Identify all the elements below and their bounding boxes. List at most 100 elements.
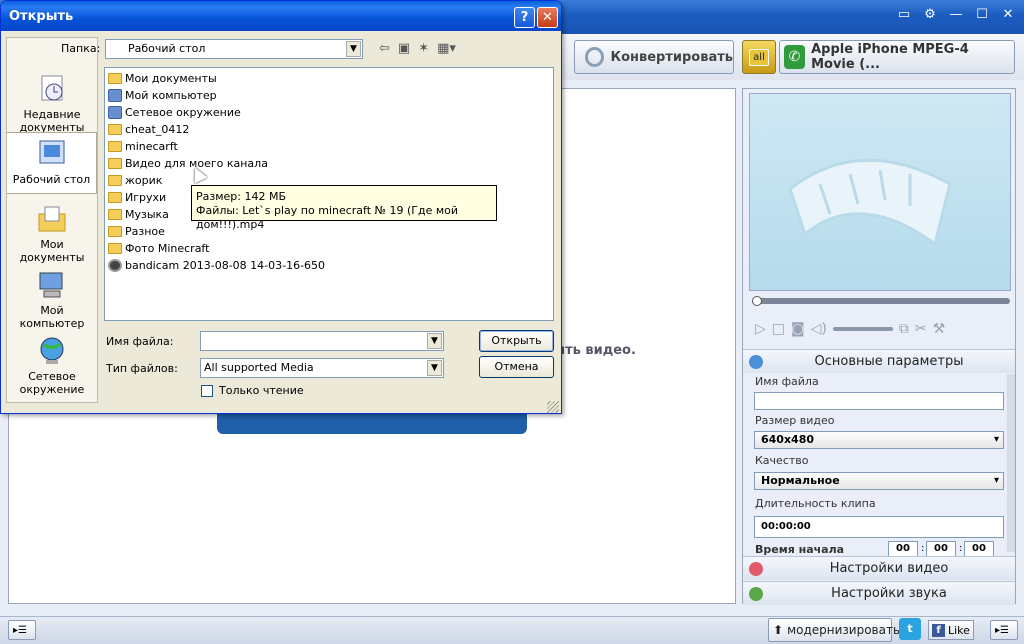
dialog-close-button[interactable]: ✕ xyxy=(537,7,558,28)
place-desktop[interactable]: Рабочий стол xyxy=(7,132,97,194)
place-network[interactable]: Сетевое окружение xyxy=(7,330,97,396)
up-folder-icon[interactable]: ▣ xyxy=(398,41,410,56)
quality-select[interactable]: Нормальное xyxy=(754,472,1004,490)
my-computer-icon xyxy=(36,270,68,300)
list-item[interactable]: minecarft xyxy=(108,138,178,154)
video-size-label: Размер видео xyxy=(755,414,835,427)
clip-duration-field[interactable]: 00:00:00 xyxy=(754,516,1004,538)
list-item[interactable]: bandicam 2013-08-08 14-03-16-650 xyxy=(108,257,325,273)
list-item[interactable]: Мои документы xyxy=(108,70,217,86)
list-item[interactable]: Видео для моего канала xyxy=(108,155,268,171)
add-files-button[interactable] xyxy=(217,412,527,434)
list-item[interactable]: cheat_0412 xyxy=(108,121,189,137)
place-my-documents[interactable]: Мои документы xyxy=(7,198,97,264)
place-my-computer[interactable]: Мой компьютер xyxy=(7,264,97,330)
chevron-down-icon[interactable]: ▼ xyxy=(427,333,442,349)
scissors-icon[interactable]: ✂ xyxy=(915,321,927,337)
minimize-button[interactable]: — xyxy=(946,6,966,24)
file-name: жорик xyxy=(125,173,163,187)
wrench-icon[interactable]: ⚒ xyxy=(933,321,946,337)
convert-label: Конвертировать xyxy=(610,49,733,65)
video-settings-icon xyxy=(749,561,763,576)
snapshot-icon[interactable]: ◙ xyxy=(791,321,805,337)
twitter-icon[interactable]: t xyxy=(899,618,921,640)
list-item[interactable]: Музыка xyxy=(108,206,169,222)
file-name-label: Имя файла: xyxy=(106,335,174,348)
resize-grip[interactable] xyxy=(547,401,559,413)
read-only-label: Только чтение xyxy=(219,384,304,397)
stop-icon[interactable]: □ xyxy=(772,321,785,337)
list-item[interactable]: Фото Minecraft xyxy=(108,240,209,256)
dialog-toolbar: ⇦ ▣ ✶ ▦▾ xyxy=(379,41,456,56)
display-icon[interactable]: ▭ xyxy=(894,6,914,24)
facebook-like-button[interactable]: f Like xyxy=(928,620,974,640)
new-folder-icon[interactable]: ✶ xyxy=(418,41,429,56)
upgrade-button[interactable]: ⬆ модернизировать xyxy=(768,618,900,642)
seek-bar[interactable] xyxy=(752,298,1010,304)
system-folder-icon xyxy=(108,72,122,84)
file-type-value: All supported Media xyxy=(204,361,314,374)
player-controls: ▷ □ ◙ ◁) ⧉ ✂ ⚒ xyxy=(749,315,1011,343)
left-panel-toggle[interactable]: ▸☰ xyxy=(8,620,36,640)
back-icon[interactable]: ⇦ xyxy=(379,41,390,56)
convert-button[interactable]: Конвертировать xyxy=(574,40,734,74)
volume-slider[interactable] xyxy=(832,327,893,331)
list-item[interactable]: Игрухи xyxy=(108,189,166,205)
all-label: all xyxy=(749,48,769,66)
list-item[interactable]: Сетевое окружение xyxy=(108,104,241,120)
help-button[interactable]: ? xyxy=(514,7,535,28)
look-in-value: Рабочий стол xyxy=(128,42,206,55)
basic-params-header[interactable]: Основные параметры xyxy=(743,349,1015,373)
video-settings-header[interactable]: Настройки видео xyxy=(743,556,1015,580)
list-item[interactable]: жорик xyxy=(108,172,162,188)
close-button[interactable]: ✕ xyxy=(998,6,1018,24)
place-label: Мои документы xyxy=(19,238,85,264)
list-item[interactable]: Мой компьютер xyxy=(108,87,217,103)
basic-params-label: Основные параметры xyxy=(814,354,964,369)
play-icon[interactable]: ▷ xyxy=(755,321,766,337)
place-label: Мой компьютер xyxy=(19,304,85,330)
time-separator: : xyxy=(921,543,925,554)
right-panel-toggle[interactable]: ▸☰ xyxy=(990,620,1018,640)
file-name: minecarft xyxy=(125,139,178,153)
audio-settings-header[interactable]: Настройки звука xyxy=(743,581,1015,605)
place-recent-documents[interactable]: Недавние документы xyxy=(7,68,97,134)
seek-knob[interactable] xyxy=(752,296,762,306)
video-size-select[interactable]: 640x480 xyxy=(754,431,1004,449)
app-window: ▭ ⚙ — ☐ ✕ Конвертировать all ✆ Apple iPh… xyxy=(0,0,1024,644)
open-file-dialog: Открыть ? ✕ Недавние документы Рабочий с… xyxy=(0,0,562,414)
upgrade-arrow-icon: ⬆ xyxy=(773,623,784,637)
crop-icon[interactable]: ⧉ xyxy=(899,321,909,337)
all-formats-button[interactable]: all xyxy=(742,40,776,74)
network-icon xyxy=(108,105,122,119)
read-only-checkbox[interactable] xyxy=(201,385,213,397)
maximize-button[interactable]: ☐ xyxy=(972,6,992,24)
view-menu-icon[interactable]: ▦▾ xyxy=(437,41,456,56)
start-hours[interactable]: 00 xyxy=(888,541,918,557)
look-in-select[interactable]: Рабочий стол ▼ xyxy=(105,39,363,59)
network-icon xyxy=(36,336,68,366)
chevron-down-icon[interactable]: ▼ xyxy=(427,360,442,376)
volume-icon[interactable]: ◁) xyxy=(811,321,827,337)
profile-select[interactable]: ✆ Apple iPhone MPEG-4 Movie (... xyxy=(779,40,1015,74)
tooltip-files: Файлы: Let`s play по minecraft № 19 (Где… xyxy=(196,204,459,231)
list-item[interactable]: Разное xyxy=(108,223,165,239)
chevron-down-icon[interactable]: ▼ xyxy=(346,41,361,57)
start-seconds[interactable]: 00 xyxy=(964,541,994,557)
file-type-select[interactable]: All supported Media ▼ xyxy=(200,358,444,378)
gear-icon[interactable]: ⚙ xyxy=(920,6,940,24)
file-name-input[interactable]: ▼ xyxy=(200,331,444,351)
clip-duration-label: Длительность клипа xyxy=(755,497,876,510)
file-name: Мои документы xyxy=(125,71,217,85)
start-minutes[interactable]: 00 xyxy=(926,541,956,557)
place-label: Недавние документы xyxy=(19,108,85,134)
place-label: Рабочий стол xyxy=(12,173,91,186)
time-separator: : xyxy=(959,543,963,554)
audio-settings-icon xyxy=(749,586,763,601)
params-scrollbar[interactable] xyxy=(1007,374,1015,552)
cancel-button[interactable]: Отмена xyxy=(479,356,554,378)
folder-icon xyxy=(108,242,122,254)
file-name: Сетевое окружение xyxy=(125,105,241,119)
file-name-param-field[interactable] xyxy=(754,392,1004,410)
open-button[interactable]: Открыть xyxy=(479,330,554,352)
